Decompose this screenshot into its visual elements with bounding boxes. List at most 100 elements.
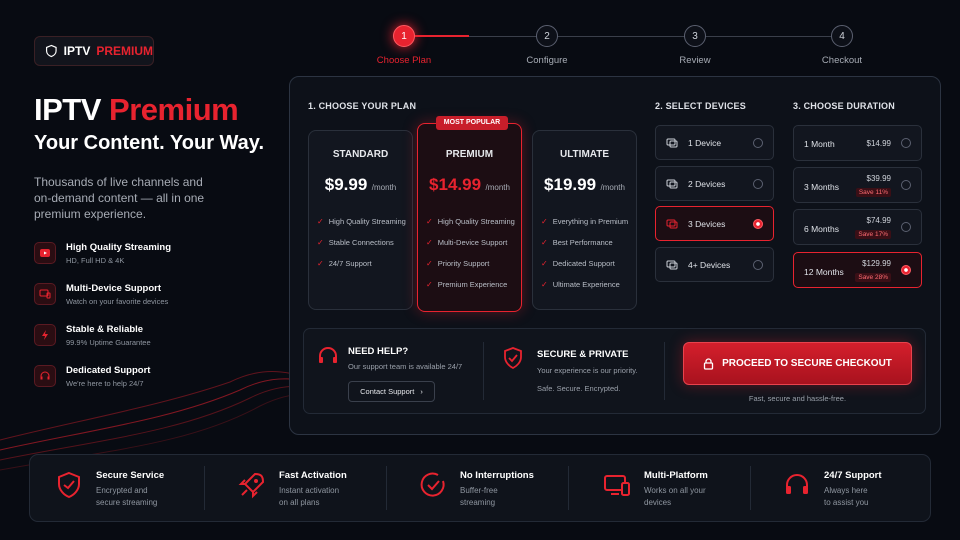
- duration-option-3[interactable]: 6 Months $74.99 Save 17%: [793, 209, 922, 245]
- feature-text: Ultimate Experience: [552, 280, 620, 289]
- feature-text: Multi-Device Support: [437, 238, 508, 247]
- feature-text: Everything in Premium: [552, 217, 629, 226]
- plan-card-standard[interactable]: STANDARD $9.99 /month ✓ High Quality Stre…: [308, 130, 413, 310]
- device-option-1[interactable]: 1 Device: [655, 125, 774, 160]
- duration-option-2[interactable]: 3 Months $39.99 Save 11%: [793, 167, 922, 203]
- duration-price: $74.99: [866, 216, 891, 225]
- divider: [204, 466, 205, 510]
- bottom-feature-title: Fast Activation: [279, 470, 347, 481]
- feature-title: High Quality Streaming: [66, 242, 172, 253]
- list-item: ✓ Multi-Device Support: [426, 238, 515, 259]
- feature-item: Dedicated Support We're here to help 24/7: [34, 365, 264, 391]
- brand-logo[interactable]: IPTV PREMIUM: [34, 36, 154, 66]
- radio-button[interactable]: [753, 259, 763, 270]
- duration-option-4[interactable]: 12 Months $129.99 Save 28%: [793, 252, 922, 288]
- duration-label: 1 Month: [804, 139, 835, 149]
- feature-item: High Quality Streaming HD, Full HD & 4K: [34, 242, 264, 268]
- step-1[interactable]: 1: [393, 25, 415, 47]
- plan-name: STANDARD: [332, 149, 389, 160]
- hero-description: Thousands of live channels and on-demand…: [34, 175, 205, 221]
- feature-text: Stable Connections: [328, 238, 394, 247]
- duration-price: $129.99: [862, 259, 891, 268]
- secure-sub2: Safe. Secure. Encrypted.: [537, 384, 621, 393]
- radio-button[interactable]: [901, 222, 911, 232]
- list-item: ✓ 24/7 Support: [317, 259, 406, 280]
- radio-button-selected[interactable]: [901, 265, 911, 275]
- device-option-4[interactable]: 4+ Devices: [655, 247, 774, 282]
- proceed-checkout-button[interactable]: PROCEED TO SECURE CHECKOUT: [683, 342, 912, 385]
- section-title-devices: 2. SELECT DEVICES: [655, 101, 746, 111]
- check-icon: ✓: [317, 238, 324, 247]
- plan-card-ultimate[interactable]: ULTIMATE $19.99 /month ✓ Everything in Pr…: [532, 130, 637, 310]
- duration-price: $39.99: [866, 174, 891, 183]
- check-icon: ✓: [317, 217, 324, 226]
- step-2[interactable]: 2: [536, 25, 558, 47]
- button-label: Contact Support: [360, 387, 415, 396]
- duration-label: 6 Months: [804, 224, 839, 234]
- check-icon: ✓: [426, 280, 433, 289]
- radio-button[interactable]: [753, 178, 763, 189]
- lock-icon: [703, 357, 714, 370]
- step-label-3: Review: [679, 55, 711, 66]
- devices-icon: [34, 283, 56, 305]
- plan-card-premium[interactable]: MOST POPULAR PREMIUM $14.99 /month ✓ High…: [417, 116, 522, 312]
- feature-text: 24/7 Support: [328, 259, 372, 268]
- feature-sub: HD, Full HD & 4K: [66, 256, 125, 265]
- feature-text: High Quality Streaming: [437, 217, 515, 226]
- section-title-duration: 3. CHOOSE DURATION: [793, 101, 895, 111]
- list-item: ✓ High Quality Streaming: [317, 217, 406, 238]
- list-item: ✓ Dedicated Support: [541, 259, 628, 280]
- check-circle-icon: [420, 472, 445, 497]
- device-icon: [666, 179, 678, 188]
- plan-price: $19.99 /month: [533, 175, 636, 195]
- radio-button[interactable]: [753, 137, 763, 148]
- duration-price: $14.99: [866, 139, 891, 148]
- divider: [750, 466, 751, 510]
- radio-button-selected[interactable]: [753, 218, 763, 229]
- step-4[interactable]: 4: [831, 25, 853, 47]
- radio-button[interactable]: [901, 138, 911, 148]
- step-label-4: Checkout: [821, 55, 863, 66]
- list-item: ✓ Ultimate Experience: [541, 280, 628, 301]
- price-value: $9.99: [324, 175, 368, 194]
- device-label: 1 Device: [688, 137, 722, 148]
- feature-item: Stable & Reliable 99.9% Uptime Guarantee: [34, 324, 264, 350]
- device-icon: [666, 219, 678, 228]
- device-icon: [666, 138, 678, 147]
- bottom-feature-title: No Interruptions: [460, 470, 534, 481]
- sub-line-2: secure streaming: [96, 498, 158, 507]
- logo-prefix: IPTV: [63, 44, 91, 58]
- check-icon: ✓: [541, 259, 548, 268]
- sub-line-2: streaming: [460, 498, 496, 507]
- plan-features: ✓ High Quality Streaming ✓ Stable Connecti…: [317, 217, 406, 280]
- check-icon: ✓: [426, 238, 433, 247]
- radio-button[interactable]: [901, 180, 911, 190]
- bottom-feature: Multi-Platform Works on all your devices: [602, 470, 708, 509]
- bottom-feature: Fast Activation Instant activation on all …: [237, 470, 347, 509]
- feature-title: Stable & Reliable: [66, 324, 144, 335]
- bottom-feature: 24/7 Support Always here to assist you: [782, 470, 882, 509]
- sub-line-2: on all plans: [279, 498, 320, 507]
- list-item: ✓ Premium Experience: [426, 280, 515, 301]
- chevron-right-icon: ›: [420, 387, 423, 396]
- step-label-1: Choose Plan: [376, 55, 432, 66]
- contact-support-button[interactable]: Contact Support ›: [348, 381, 435, 402]
- device-option-2[interactable]: 2 Devices: [655, 166, 774, 201]
- divider: [568, 466, 569, 510]
- bottom-feature-sub: Encrypted and secure streaming: [96, 485, 164, 509]
- shield-icon: [504, 347, 522, 370]
- price-value: $14.99: [429, 175, 482, 194]
- duration-option-1[interactable]: 1 Month $14.99: [793, 125, 922, 161]
- check-icon: ✓: [317, 259, 324, 268]
- check-icon: ✓: [541, 217, 548, 226]
- sub-line-1: Always here: [824, 486, 868, 495]
- divider: [664, 342, 665, 400]
- feature-text: Premium Experience: [437, 280, 508, 289]
- step-3[interactable]: 3: [684, 25, 706, 47]
- list-item: ✓ Best Performance: [541, 238, 628, 259]
- plan-name: ULTIMATE: [559, 149, 610, 160]
- feature-text: High Quality Streaming: [328, 217, 406, 226]
- list-item: ✓ Priority Support: [426, 259, 515, 280]
- device-option-3[interactable]: 3 Devices: [655, 206, 774, 241]
- sub-line-1: Encrypted and: [96, 486, 148, 495]
